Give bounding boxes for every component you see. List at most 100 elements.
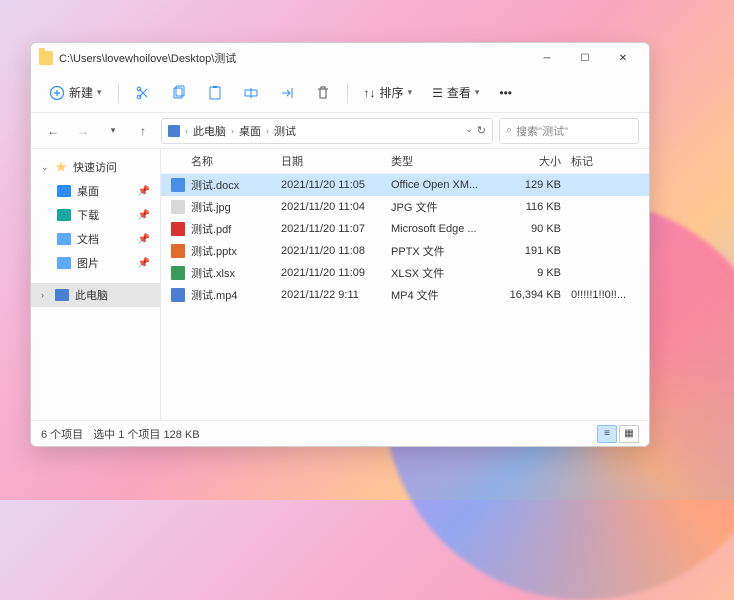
status-selection: 选中 1 个项目 128 KB <box>93 426 199 442</box>
file-type: MP4 文件 <box>391 287 501 303</box>
breadcrumb-part[interactable]: 桌面 <box>239 123 261 139</box>
sidebar-item-pictures[interactable]: 图片 📌 <box>31 251 160 275</box>
file-row[interactable]: 测试.docx2021/11/20 11:05Office Open XM...… <box>161 174 649 196</box>
chevron-down-icon[interactable]: ⌄ <box>465 124 473 137</box>
sidebar-item-documents[interactable]: 文档 📌 <box>31 227 160 251</box>
list-icon: ☰ <box>432 86 443 100</box>
pc-icon <box>168 125 180 137</box>
file-row[interactable]: 测试.pdf2021/11/20 11:07Microsoft Edge ...… <box>161 218 649 240</box>
tiles-view-button[interactable]: ▦ <box>619 425 639 443</box>
sidebar-quick-access[interactable]: ⌄ 快速访问 <box>31 155 160 179</box>
rename-icon <box>243 85 259 101</box>
sidebar-item-downloads[interactable]: 下载 📌 <box>31 203 160 227</box>
pc-icon <box>55 289 69 301</box>
folder-icon <box>57 209 71 221</box>
chevron-right-icon: › <box>41 290 49 300</box>
back-button[interactable]: ← <box>41 119 65 143</box>
close-button[interactable]: ✕ <box>605 46 641 70</box>
breadcrumb-part[interactable]: 此电脑 <box>193 123 226 139</box>
details-view-button[interactable]: ≡ <box>597 425 617 443</box>
folder-icon <box>57 233 71 245</box>
forward-button[interactable]: → <box>71 119 95 143</box>
file-name: 测试.xlsx <box>191 265 235 281</box>
column-date[interactable]: 日期 <box>281 153 391 169</box>
column-tag[interactable]: 标记 <box>571 153 639 169</box>
new-button[interactable]: 新建 ▾ <box>41 80 110 105</box>
file-size: 129 KB <box>501 179 571 191</box>
file-date: 2021/11/20 11:05 <box>281 179 391 191</box>
ellipsis-icon: ••• <box>499 86 512 100</box>
plus-circle-icon <box>49 85 65 101</box>
pin-icon: 📌 <box>138 258 150 269</box>
sidebar-item-this-pc[interactable]: › 此电脑 <box>31 283 160 307</box>
sidebar: ⌄ 快速访问 桌面 📌 下载 📌 文档 📌 图片 <box>31 149 161 420</box>
file-tag: 0!!!!!1!!0!!... <box>571 289 639 301</box>
clipboard-icon <box>207 85 223 101</box>
view-button[interactable]: ☰ 查看 ▾ <box>424 80 487 105</box>
recent-dropdown[interactable]: ▾ <box>101 119 125 143</box>
chevron-down-icon: ▾ <box>475 87 480 98</box>
file-date: 2021/11/22 9:11 <box>281 289 391 301</box>
sidebar-item-label: 图片 <box>77 255 99 271</box>
file-icon <box>171 244 185 258</box>
explorer-window: C:\Users\lovewhoilove\Desktop\测试 ─ ☐ ✕ 新… <box>30 42 650 447</box>
sort-button[interactable]: ↑↓ 排序 ▾ <box>356 80 421 105</box>
copy-button[interactable] <box>163 81 195 105</box>
column-size[interactable]: 大小 <box>501 153 571 169</box>
sidebar-item-label: 快速访问 <box>73 159 117 175</box>
sidebar-item-desktop[interactable]: 桌面 📌 <box>31 179 160 203</box>
pin-icon: 📌 <box>138 186 150 197</box>
file-name: 测试.mp4 <box>191 287 237 303</box>
file-row[interactable]: 测试.pptx2021/11/20 11:08PPTX 文件191 KB <box>161 240 649 262</box>
file-size: 16,394 KB <box>501 289 571 301</box>
divider <box>118 83 119 103</box>
maximize-button[interactable]: ☐ <box>567 46 603 70</box>
search-placeholder: 搜索"测试" <box>516 123 568 139</box>
sidebar-item-label: 下载 <box>77 207 99 223</box>
file-type: Office Open XM... <box>391 179 501 191</box>
cut-button[interactable] <box>127 81 159 105</box>
sort-label: 排序 <box>380 84 404 101</box>
minimize-button[interactable]: ─ <box>529 46 565 70</box>
window-title: C:\Users\lovewhoilove\Desktop\测试 <box>59 50 236 66</box>
more-button[interactable]: ••• <box>491 82 520 104</box>
file-row[interactable]: 测试.jpg2021/11/20 11:04JPG 文件116 KB <box>161 196 649 218</box>
status-count: 6 个项目 <box>41 426 83 442</box>
up-button[interactable]: ↑ <box>131 119 155 143</box>
navbar: ← → ▾ ↑ › 此电脑 › 桌面 › 测试 ⌄ ↻ ⌕ 搜索"测试" <box>31 113 649 149</box>
folder-icon <box>39 51 53 65</box>
divider <box>347 83 348 103</box>
rename-button[interactable] <box>235 81 267 105</box>
refresh-icon[interactable]: ↻ <box>477 124 486 137</box>
delete-button[interactable] <box>307 81 339 105</box>
file-size: 116 KB <box>501 201 571 213</box>
file-size: 90 KB <box>501 223 571 235</box>
share-button[interactable] <box>271 81 303 105</box>
search-input[interactable]: ⌕ 搜索"测试" <box>499 118 639 144</box>
column-name[interactable]: 名称 <box>171 153 281 169</box>
file-row[interactable]: 测试.xlsx2021/11/20 11:09XLSX 文件9 KB <box>161 262 649 284</box>
file-row[interactable]: 测试.mp4 2021/11/22 9:11MP4 文件16,394 KB0!!!… <box>161 284 649 306</box>
trash-icon <box>315 85 331 101</box>
file-icon <box>171 266 185 280</box>
chevron-right-icon: › <box>266 126 269 136</box>
chevron-right-icon: › <box>185 126 188 136</box>
file-type: Microsoft Edge ... <box>391 223 501 235</box>
chevron-down-icon: ▾ <box>97 87 102 98</box>
pin-icon: 📌 <box>138 234 150 245</box>
column-type[interactable]: 类型 <box>391 153 501 169</box>
titlebar[interactable]: C:\Users\lovewhoilove\Desktop\测试 ─ ☐ ✕ <box>31 43 649 73</box>
file-type: PPTX 文件 <box>391 243 501 259</box>
file-date: 2021/11/20 11:08 <box>281 245 391 257</box>
breadcrumb-part[interactable]: 测试 <box>274 123 296 139</box>
file-icon <box>171 200 185 214</box>
paste-button[interactable] <box>199 81 231 105</box>
file-size: 9 KB <box>501 267 571 279</box>
file-name: 测试.pptx <box>191 243 237 259</box>
file-date: 2021/11/20 11:09 <box>281 267 391 279</box>
file-type: JPG 文件 <box>391 199 501 215</box>
copy-icon <box>171 85 187 101</box>
new-label: 新建 <box>69 84 93 101</box>
breadcrumb[interactable]: › 此电脑 › 桌面 › 测试 ⌄ ↻ <box>161 118 493 144</box>
sidebar-item-label: 此电脑 <box>75 287 108 303</box>
